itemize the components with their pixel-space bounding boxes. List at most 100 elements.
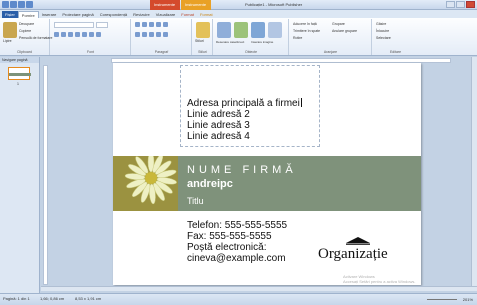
undo-icon[interactable]: [18, 1, 25, 8]
vertical-ruler[interactable]: [43, 65, 48, 285]
find-button[interactable]: Găsire: [376, 22, 386, 26]
bullets-icon[interactable]: [135, 22, 140, 27]
window-controls: [446, 1, 475, 8]
job-title[interactable]: Titlu: [187, 196, 204, 206]
close-button[interactable]: [466, 1, 475, 8]
show-marks-icon[interactable]: [163, 22, 168, 27]
text-caret: [300, 98, 302, 107]
rotate-button[interactable]: Rotire: [293, 36, 302, 40]
group-label: Clipboard: [17, 50, 32, 54]
insert-picture-label: Inserare imagine: [251, 40, 274, 44]
underline-icon[interactable]: [68, 32, 73, 37]
contact-email: cineva@example.com: [187, 253, 286, 264]
ribbon: Lipire Decupare Copiere Pensulă de forma…: [0, 18, 477, 56]
person-name[interactable]: andreipc: [187, 178, 233, 190]
horizontal-scrollbar[interactable]: [41, 286, 477, 291]
vertical-scrollbar[interactable]: [471, 57, 477, 286]
copy-button[interactable]: Copiere: [19, 29, 31, 33]
insert-table-icon[interactable]: [234, 22, 248, 38]
paste-icon[interactable]: [3, 22, 17, 38]
styles-icon[interactable]: [196, 22, 210, 38]
group-label: Font: [86, 50, 94, 54]
status-position: 1,66; 0,86 cm: [40, 296, 65, 301]
group-button[interactable]: Grupare: [332, 22, 345, 26]
insert-picture-icon[interactable]: [251, 22, 265, 38]
group-styles: Stiluri Stiluri: [193, 19, 213, 55]
quick-access-toolbar: [2, 1, 33, 8]
firm-name[interactable]: NUME FIRMĂ: [187, 164, 297, 176]
select-button[interactable]: Selectare: [376, 36, 391, 40]
organization-name[interactable]: Organizație: [318, 246, 388, 263]
line-spacing-icon[interactable]: [163, 32, 168, 37]
address-textbox[interactable]: Adresa principală a firmei Linie adresă …: [187, 98, 302, 142]
font-size-select[interactable]: [96, 22, 108, 28]
group-arrange: Aducere în față Trimitere în spate Rotir…: [290, 19, 372, 55]
highlight-icon[interactable]: [96, 32, 101, 37]
business-card-page: Adresa principală a firmei Linie adresă …: [113, 63, 421, 285]
page-navigation-header: Navigare pagină: [0, 57, 39, 63]
activate-windows-watermark: Activare Windows Accesați Setări pentru …: [343, 274, 416, 284]
align-left-icon[interactable]: [135, 32, 140, 37]
superscript-icon[interactable]: [82, 32, 87, 37]
tab-file[interactable]: Fișier: [2, 11, 18, 18]
group-label: Obiecte: [244, 50, 258, 54]
title-bar: Instrumente casetă text Instrumente imag…: [0, 0, 477, 17]
tab-view[interactable]: Vizualizare: [153, 11, 179, 18]
format-painter-button[interactable]: Pensulă de formatare: [19, 36, 52, 40]
italic-icon[interactable]: [61, 32, 66, 37]
maximize-button[interactable]: [456, 1, 465, 8]
thumbnail-band: [9, 73, 31, 76]
increase-indent-icon[interactable]: [156, 22, 161, 27]
save-icon[interactable]: [10, 1, 17, 8]
tab-insert[interactable]: Inserare: [39, 11, 60, 18]
flower-image[interactable]: [113, 156, 178, 211]
ungroup-button[interactable]: Anulare grupare: [332, 29, 357, 33]
flower-graphic: [113, 156, 178, 211]
align-center-icon[interactable]: [142, 32, 147, 37]
ribbon-tabs: Fișier Pornire Inserare Proiectare pagin…: [0, 10, 477, 18]
font-color-icon[interactable]: [89, 32, 94, 37]
bring-forward-button[interactable]: Aducere în față: [293, 22, 317, 26]
publisher-app-icon[interactable]: [2, 1, 9, 8]
zoom-slider[interactable]: [427, 299, 457, 300]
minimize-button[interactable]: [446, 1, 455, 8]
replace-button[interactable]: Înlocuire: [376, 29, 389, 33]
send-backward-button[interactable]: Trimitere în spate: [293, 29, 320, 33]
tab-home[interactable]: Pornire: [17, 11, 39, 18]
work-area: Adresa principală a firmei Linie adresă …: [41, 57, 477, 293]
tab-review[interactable]: Revizuire: [130, 11, 153, 18]
redo-icon[interactable]: [26, 1, 33, 8]
status-bar: Pagină: 1 din 1 1,66; 0,86 cm 8,53 x 1,9…: [0, 293, 477, 305]
paste-label: Lipire: [3, 39, 12, 43]
status-size: 8,53 x 1,91 cm: [75, 296, 102, 301]
bold-icon[interactable]: [54, 32, 59, 37]
tab-mailings[interactable]: Corespondență: [97, 11, 130, 18]
zoom-level[interactable]: 201%: [463, 297, 473, 302]
tab-page-design[interactable]: Proiectare pagină: [59, 11, 96, 18]
tab-format-textbox[interactable]: Format: [178, 11, 197, 18]
page-thumbnail[interactable]: [8, 67, 31, 80]
group-label: Editare: [389, 50, 402, 54]
decrease-indent-icon[interactable]: [149, 22, 154, 27]
contact-phone: Telefon: 555-555-5555: [187, 220, 288, 231]
list-buttons: [135, 22, 168, 27]
status-page: Pagină: 1 din 1: [3, 296, 30, 301]
wrap-text-icon[interactable]: [268, 22, 282, 38]
address-line-4: Linie adresă 4: [187, 131, 250, 142]
cut-button[interactable]: Decupare: [19, 22, 34, 26]
group-editing: Găsire Înlocuire Selectare Editare: [373, 19, 418, 55]
justify-icon[interactable]: [156, 32, 161, 37]
font-family-select[interactable]: [54, 22, 94, 28]
subscript-icon[interactable]: [75, 32, 80, 37]
draw-textbox-label: Desenare casetă text: [216, 40, 245, 44]
page-navigation-pane: Navigare pagină 1: [0, 57, 40, 293]
tab-format-picture[interactable]: Format: [197, 11, 216, 18]
align-right-icon[interactable]: [149, 32, 154, 37]
numbering-icon[interactable]: [142, 22, 147, 27]
align-buttons: [135, 32, 168, 37]
contact-textbox[interactable]: Telefon: 555-555-5555 Fax: 555-555-5555 …: [187, 220, 287, 264]
context-tab-textbox-tools: Instrumente casetă text: [150, 0, 180, 17]
font-format-buttons: [54, 32, 101, 37]
page-thumbnail-number: 1: [17, 82, 19, 86]
draw-textbox-icon[interactable]: [217, 22, 231, 38]
